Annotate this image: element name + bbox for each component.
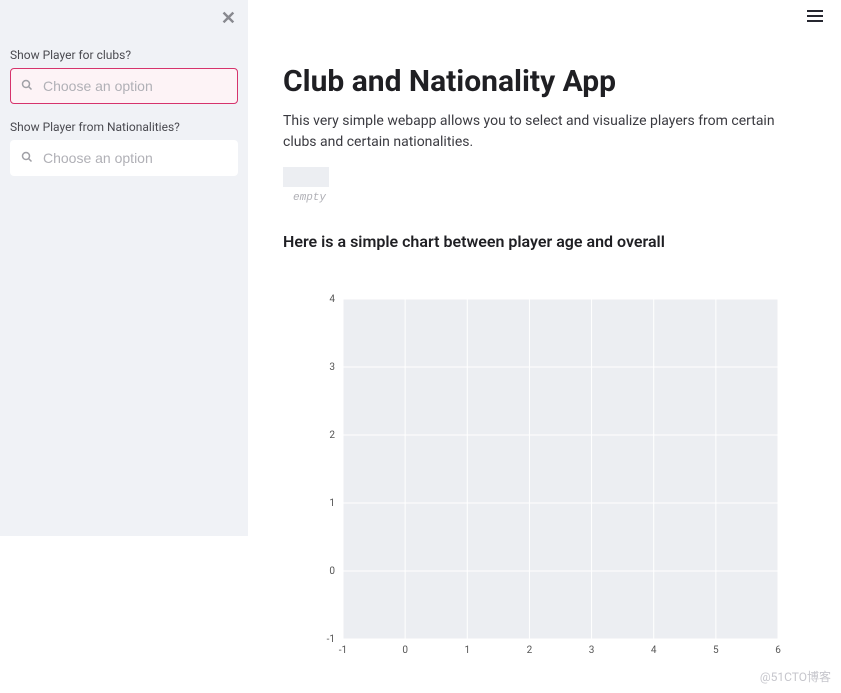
- svg-text:1: 1: [329, 498, 335, 509]
- nationalities-label: Show Player from Nationalities?: [10, 120, 238, 134]
- main-content: Club and Nationality App This very simpl…: [283, 64, 808, 669]
- page-description: This very simple webapp allows you to se…: [283, 111, 808, 153]
- clubs-label: Show Player for clubs?: [10, 48, 238, 62]
- svg-text:3: 3: [329, 362, 335, 373]
- svg-text:6: 6: [775, 645, 781, 656]
- nationalities-multiselect[interactable]: [10, 140, 238, 176]
- svg-text:2: 2: [329, 430, 335, 441]
- clubs-multiselect[interactable]: [10, 68, 238, 104]
- clubs-input[interactable]: [43, 78, 227, 94]
- menu-icon[interactable]: [803, 6, 827, 26]
- svg-text:5: 5: [713, 645, 719, 656]
- page-title: Club and Nationality App: [283, 64, 808, 99]
- svg-text:0: 0: [329, 566, 335, 577]
- svg-text:4: 4: [329, 294, 335, 305]
- empty-label: empty: [293, 192, 808, 204]
- search-icon: [21, 151, 33, 166]
- search-icon: [21, 79, 33, 94]
- chart-subheader: Here is a simple chart between player ag…: [283, 232, 808, 251]
- dataframe-empty: [283, 167, 329, 187]
- sidebar: ✕ Show Player for clubs? Show Player fro…: [0, 0, 248, 536]
- close-icon[interactable]: ✕: [221, 8, 236, 29]
- svg-text:-1: -1: [339, 645, 347, 656]
- svg-text:-1: -1: [327, 634, 335, 645]
- svg-text:1: 1: [464, 645, 470, 656]
- watermark: @51CTO博客: [760, 668, 831, 685]
- chart-svg: -1 0 1 2 3 4 5 6 -1 0 1 2 3 4: [283, 269, 793, 669]
- svg-text:0: 0: [402, 645, 408, 656]
- chart: -1 0 1 2 3 4 5 6 -1 0 1 2 3 4: [283, 269, 808, 669]
- svg-text:4: 4: [651, 645, 657, 656]
- svg-text:2: 2: [527, 645, 533, 656]
- svg-text:3: 3: [589, 645, 595, 656]
- nationalities-input[interactable]: [43, 150, 227, 166]
